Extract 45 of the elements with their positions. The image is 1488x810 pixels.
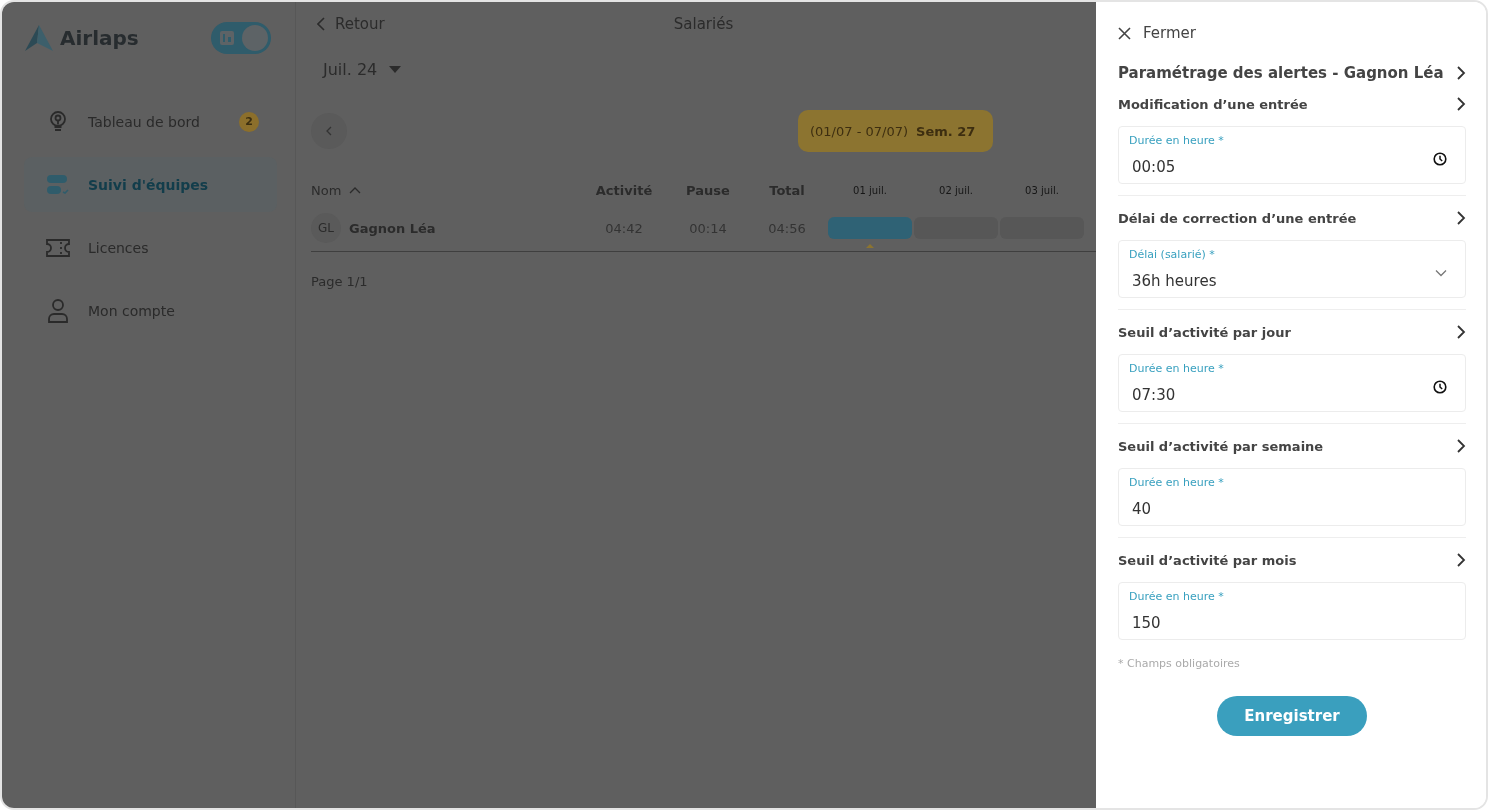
input-field[interactable]: Durée en heure * 07:30 <box>1118 354 1466 412</box>
user-icon <box>47 298 69 323</box>
input-field[interactable]: Durée en heure * 40 <box>1118 468 1466 526</box>
input-field[interactable]: Durée en heure * 00:05 <box>1118 126 1466 184</box>
section-title: Seuil d’activité par mois <box>1118 552 1297 568</box>
input-field[interactable]: Durée en heure * 150 <box>1118 582 1466 640</box>
chevron-right-icon <box>1456 324 1466 340</box>
chevron-down-icon <box>1435 268 1447 277</box>
sort-up-icon[interactable] <box>349 186 362 194</box>
day-header: 01 juil. <box>852 184 888 196</box>
building-icon <box>219 30 235 46</box>
ticket-icon <box>46 238 70 257</box>
day-header: 02 juil. <box>938 184 974 196</box>
stacked-bars-icon <box>46 173 70 196</box>
week-selector[interactable]: (01/07 - 07/07) Sem. 27 <box>798 110 994 152</box>
previous-button[interactable] <box>311 113 347 149</box>
section-title: Seuil d’activité par semaine <box>1118 438 1324 454</box>
required-note: * Champs obligatoires <box>1118 657 1241 670</box>
day-bar[interactable] <box>828 217 912 239</box>
marker-triangle-icon <box>866 244 874 248</box>
mode-switch[interactable] <box>211 22 271 54</box>
close-icon <box>1118 26 1131 40</box>
clock-icon <box>1433 151 1447 166</box>
brand-name: Airlaps <box>60 26 139 50</box>
section-title: Modification d’une entrée <box>1118 96 1308 112</box>
chevron-right-icon <box>1456 438 1466 454</box>
chevron-left-icon <box>317 17 325 31</box>
close-button[interactable]: Fermer <box>1118 24 1196 42</box>
notification-badge: 2 <box>239 111 259 132</box>
section-title: Seuil d’activité par jour <box>1118 324 1291 340</box>
chevron-right-icon <box>1456 65 1466 81</box>
chevron-left-icon <box>326 126 332 136</box>
chevron-right-icon <box>1456 210 1466 226</box>
section-title: Délai de correction d’une entrée <box>1118 210 1357 226</box>
lightbulb-icon <box>49 109 67 134</box>
nav-item[interactable]: Suivi d'équipes <box>24 157 277 212</box>
chevron-right-icon <box>1456 96 1466 112</box>
clock-icon <box>1433 379 1447 394</box>
caret-down-icon <box>389 66 402 73</box>
panel-title: Paramétrage des alertes - Gagnon Léa <box>1118 64 1444 82</box>
select-field[interactable]: Délai (salarié) * 36h heures <box>1118 240 1466 298</box>
save-button[interactable]: Enregistrer <box>1217 696 1367 736</box>
day-header: 03 juil. <box>1024 184 1060 196</box>
paper-plane-logo-icon <box>24 24 54 52</box>
chevron-right-icon <box>1456 552 1466 568</box>
